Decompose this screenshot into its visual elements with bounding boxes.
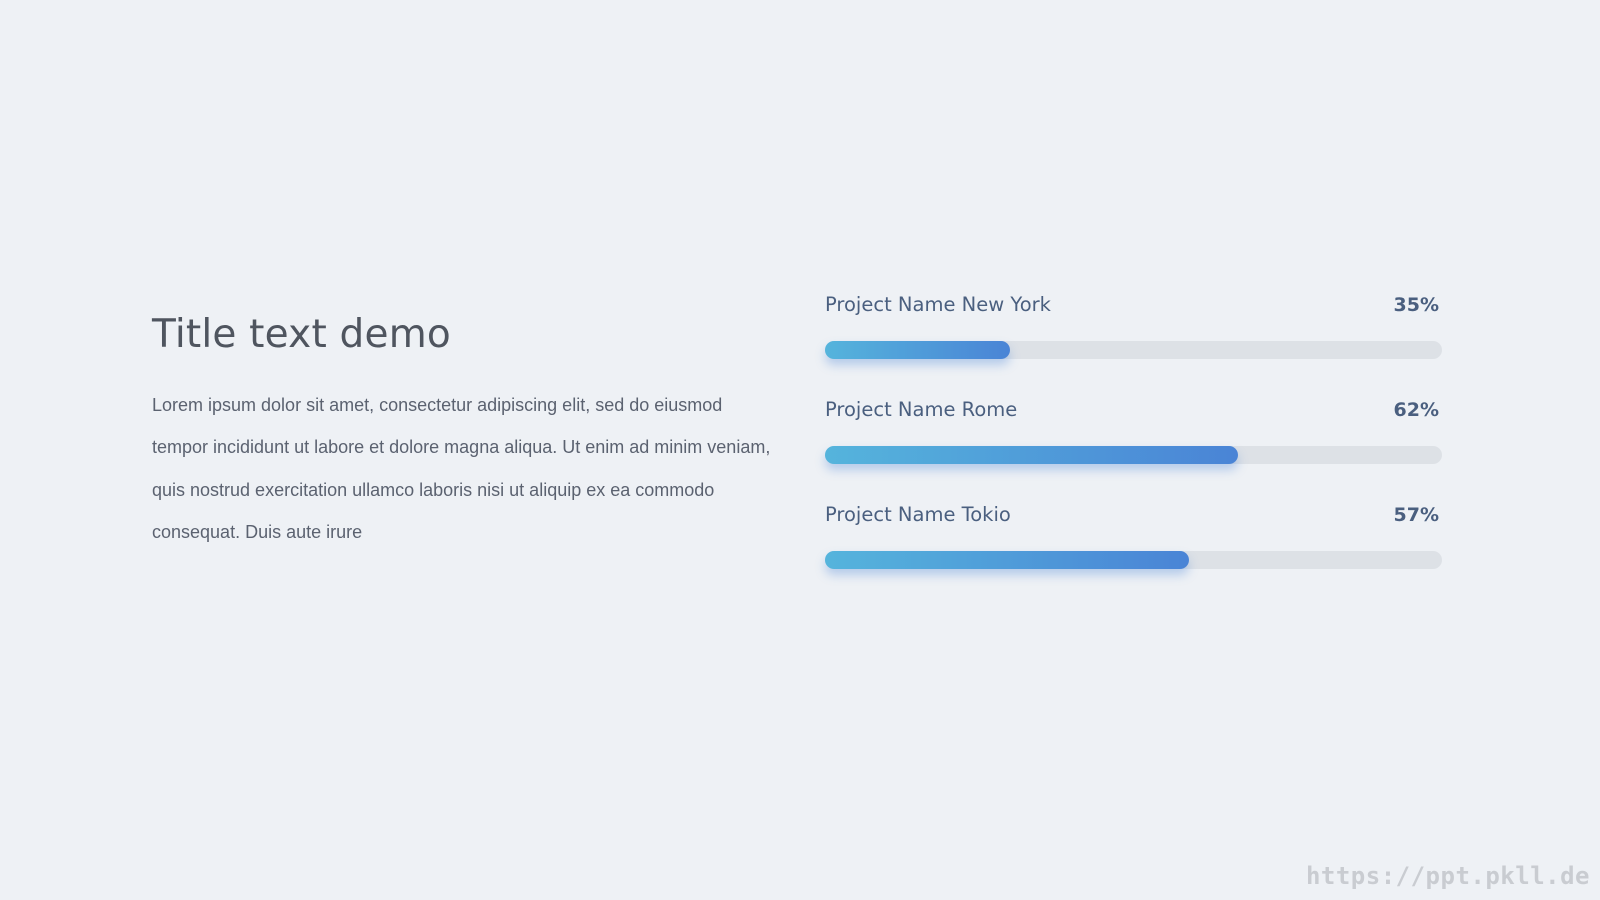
progress-fill	[825, 341, 1011, 359]
body-paragraph: Lorem ipsum dolor sit amet, consectetur …	[152, 394, 771, 543]
progress-fill	[825, 551, 1190, 569]
progress-track	[825, 551, 1442, 569]
progress-list: Project Name New York 35% Project Name R…	[825, 290, 1442, 605]
progress-percent: 35%	[1393, 294, 1439, 316]
progress-label: Project Name New York	[825, 293, 1051, 316]
progress-item-tokio: Project Name Tokio 57%	[825, 500, 1442, 605]
progress-item-rome: Project Name Rome 62%	[825, 395, 1442, 500]
progress-track	[825, 341, 1442, 359]
progress-item-header: Project Name New York 35%	[825, 290, 1442, 320]
progress-label: Project Name Rome	[825, 398, 1018, 421]
progress-percent: 62%	[1393, 399, 1439, 421]
progress-fill	[825, 446, 1239, 464]
progress-item-header: Project Name Rome 62%	[825, 395, 1442, 425]
progress-item-new-york: Project Name New York 35%	[825, 290, 1442, 395]
intro-block: Title text demo Lorem ipsum dolor sit am…	[152, 312, 777, 554]
progress-item-header: Project Name Tokio 57%	[825, 500, 1442, 530]
progress-track	[825, 446, 1442, 464]
watermark-url: https://ppt.pkll.de	[1305, 862, 1590, 890]
progress-label: Project Name Tokio	[825, 503, 1011, 526]
progress-percent: 57%	[1393, 504, 1439, 526]
slide-title: Title text demo	[152, 312, 451, 357]
